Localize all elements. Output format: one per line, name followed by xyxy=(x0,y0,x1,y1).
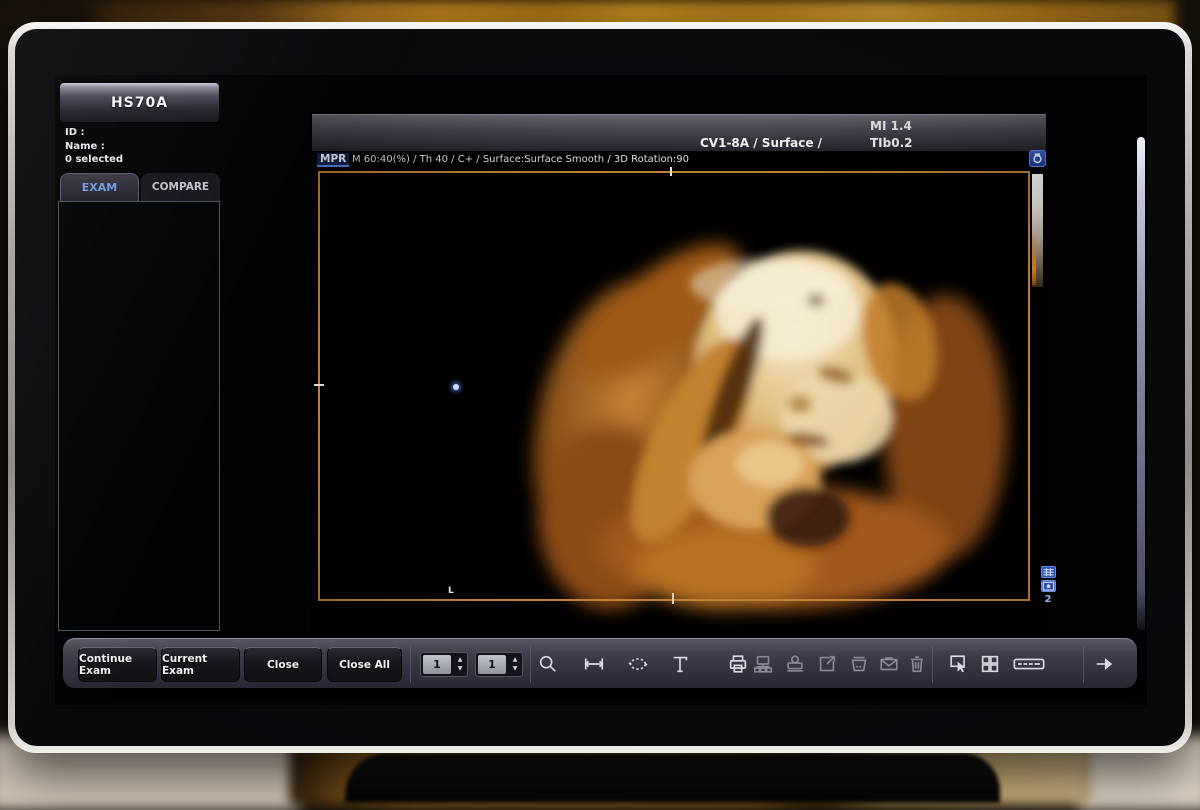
toolbar-divider xyxy=(1083,646,1084,683)
stepper-down-icon[interactable]: ▼ xyxy=(453,665,467,673)
copies-stepper-1[interactable]: 1 ▲▼ xyxy=(420,652,468,677)
scroll-indicator[interactable] xyxy=(1137,137,1145,631)
render-colormap-bar xyxy=(1032,174,1043,287)
system-model-badge: HS70A xyxy=(60,83,219,122)
image-header-bar: CV1-8A / Surface / MI 1.4 TIb0.2 xyxy=(312,114,1046,151)
stepper-down-icon[interactable]: ▼ xyxy=(508,665,522,673)
zoom-icon[interactable] xyxy=(535,651,561,677)
next-page-icon[interactable] xyxy=(1091,651,1117,677)
layout-grid-icon[interactable] xyxy=(977,651,1003,677)
roi-tick-bottom xyxy=(672,593,674,604)
ti-value: TIb0.2 xyxy=(870,136,913,150)
tab-compare[interactable]: COMPARE xyxy=(141,173,220,201)
measure-distance-icon[interactable] xyxy=(581,651,607,677)
status-line: MPR M 60:40(%) / Th 40 / C+ / Surface:Su… xyxy=(310,152,1046,170)
stepper-up-icon[interactable]: ▲ xyxy=(453,656,467,664)
selected-count: 0 selected xyxy=(65,153,123,167)
measure-ellipse-icon[interactable] xyxy=(625,651,651,677)
patient-info: ID : Name : 0 selected xyxy=(65,126,123,167)
toolbar-divider xyxy=(530,646,531,683)
bottom-toolbar: Continue Exam Current Exam Close Close A… xyxy=(63,638,1137,688)
orientation-marker: L xyxy=(448,586,454,596)
delete-icon[interactable] xyxy=(904,651,930,677)
tab-exam[interactable]: EXAM xyxy=(60,173,139,201)
thumbnail-list[interactable] xyxy=(58,201,220,631)
monitor-face: HS70A ID : Name : 0 selected EXAM COMPAR… xyxy=(15,29,1185,746)
monitor-stand xyxy=(345,753,1000,803)
stepper-value: 1 xyxy=(423,655,451,674)
export-image-icon[interactable] xyxy=(814,651,840,677)
patient-name-label: Name : xyxy=(65,140,123,154)
window-select-icon[interactable] xyxy=(946,651,972,677)
monitor-bezel: HS70A ID : Name : 0 selected EXAM COMPAR… xyxy=(8,22,1192,753)
camera-capture-icon[interactable] xyxy=(1029,150,1046,167)
print-device-icon[interactable] xyxy=(782,651,808,677)
toolbar-divider xyxy=(410,646,411,683)
cine-frame-icon[interactable] xyxy=(1041,580,1056,592)
close-button[interactable]: Close xyxy=(244,647,322,682)
frame-number: 2 xyxy=(1045,594,1052,605)
render-parameters: M 60:40(%) / Th 40 / C+ / Surface:Surfac… xyxy=(352,154,689,165)
close-all-button[interactable]: Close All xyxy=(327,647,402,682)
frame-indicator: 2 xyxy=(1036,566,1060,605)
keyboard-icon[interactable] xyxy=(1009,651,1049,677)
stepper-up-icon[interactable]: ▲ xyxy=(508,656,522,664)
current-exam-button[interactable]: Current Exam xyxy=(161,647,240,682)
print-icon[interactable] xyxy=(725,651,751,677)
archive-store-icon[interactable] xyxy=(846,651,872,677)
image-display-area: CV1-8A / Surface / MI 1.4 TIb0.2 MPR M 6… xyxy=(310,112,1048,635)
rotation-center-marker xyxy=(453,384,459,390)
patient-id-label: ID : xyxy=(65,126,123,140)
ultrasound-screen: HS70A ID : Name : 0 selected EXAM COMPAR… xyxy=(55,75,1147,705)
toolbar-divider xyxy=(932,646,933,683)
email-icon[interactable] xyxy=(876,651,902,677)
mpr-mode-link[interactable]: MPR xyxy=(317,153,349,167)
mi-value: MI 1.4 xyxy=(870,119,912,133)
annotate-text-icon[interactable] xyxy=(667,651,693,677)
continue-exam-button[interactable]: Continue Exam xyxy=(78,647,157,682)
roi-render-box[interactable] xyxy=(318,171,1030,601)
send-to-network-icon[interactable] xyxy=(750,651,776,677)
cine-grid-icon[interactable] xyxy=(1041,566,1056,578)
sidebar-tabs: EXAM COMPARE xyxy=(60,173,220,201)
stepper-value: 1 xyxy=(478,655,506,674)
roi-tick-left xyxy=(314,384,324,386)
transducer-mode-label: CV1-8A / Surface / xyxy=(700,136,822,150)
roi-tick-top xyxy=(670,167,672,176)
copies-stepper-2[interactable]: 1 ▲▼ xyxy=(475,652,523,677)
